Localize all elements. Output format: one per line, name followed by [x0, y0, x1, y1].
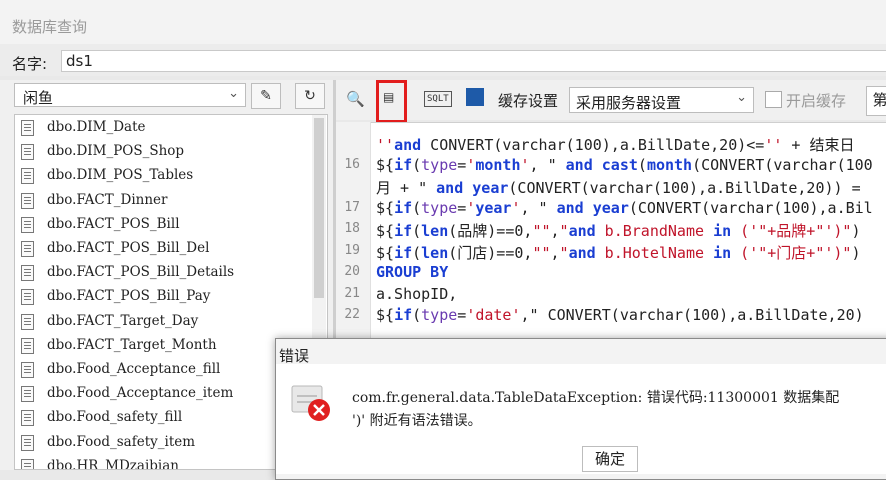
table-icon [21, 386, 34, 403]
table-name: dbo.FACT_POS_Bill_Pay [47, 288, 211, 305]
code-line[interactable]: GROUP BY [376, 263, 448, 281]
name-label: 名字: [12, 55, 48, 73]
table-icon [21, 265, 34, 282]
cache-mode-value: 采用服务器设置 [576, 94, 682, 112]
table-name: dbo.Food_safety_fill [47, 409, 183, 426]
refresh-icon: ↻ [304, 88, 316, 104]
line-number: 17 [344, 199, 360, 215]
code-line[interactable]: ${if(type='year', " and year(CONVERT(var… [376, 199, 873, 217]
page-button[interactable]: 第 [866, 86, 886, 116]
table-name: dbo.FACT_POS_Bill_Details [47, 264, 235, 281]
cache-icon[interactable] [466, 88, 484, 106]
table-name: dbo.Food_Acceptance_fill [47, 361, 221, 377]
highlight-box [376, 80, 407, 123]
code-line[interactable]: ${if(len(门店)==0,"","and b.HotelName in (… [376, 242, 860, 263]
chevron-down-icon: ⌄ [736, 90, 747, 105]
line-number: 20 [344, 264, 360, 279]
line-number: 19 [344, 242, 360, 258]
database-select[interactable]: 闲鱼 ⌄ [14, 83, 246, 107]
code-line[interactable]: ${if(len(品牌)==0,"","and b.BrandName in (… [376, 220, 860, 241]
code-line[interactable]: a.ShopID, [376, 285, 457, 303]
table-icon [21, 313, 34, 330]
table-name: dbo.FACT_POS_Bill_Del [47, 240, 210, 256]
table-name: dbo.FACT_POS_Bill [47, 215, 180, 232]
enable-cache-checkbox[interactable] [765, 91, 782, 108]
code-line[interactable]: ${if(type='month', " and cast(month(CONV… [376, 156, 873, 174]
database-select-value: 闲鱼 [23, 89, 54, 107]
sqlt-icon[interactable]: SQLT [424, 91, 452, 107]
table-icon [21, 337, 34, 354]
table-name: dbo.FACT_Dinner [47, 191, 168, 208]
table-name: dbo.DIM_Date [47, 119, 146, 135]
table-icon [21, 168, 34, 185]
line-number: 16 [344, 156, 360, 172]
dialog-title: 错误 [279, 347, 310, 365]
window-title: 数据库查询 [12, 18, 88, 36]
window-titlebar: 数据库查询 [0, 0, 886, 44]
enable-cache-label: 开启缓存 [786, 92, 847, 110]
edit-filter-icon: ✎ [260, 88, 272, 104]
table-icon [21, 362, 34, 378]
refresh-button[interactable]: ↻ [295, 83, 325, 109]
table-icon [21, 144, 34, 161]
table-name: dbo.DIM_POS_Shop [47, 143, 185, 160]
scrollbar-thumb[interactable] [314, 118, 324, 298]
code-line[interactable]: ''and CONVERT(varchar(100),a.BillDate,20… [376, 134, 854, 155]
table-icon [21, 410, 34, 427]
table-name: dbo.FACT_Target_Month [47, 336, 217, 353]
table-name: dbo.Food_Acceptance_item [47, 385, 234, 402]
table-icon [21, 434, 34, 451]
table-icon [21, 241, 34, 257]
error-message-line1: com.fr.general.data.TableDataException: … [352, 390, 840, 406]
error-message-line2: ')' 附近有语法错误。 [352, 413, 482, 429]
code-line[interactable]: ${if(type='date'," CONVERT(varchar(100),… [376, 306, 864, 324]
line-number: 18 [344, 221, 360, 236]
table-name: dbo.HR_MDzaibian [47, 457, 179, 470]
line-number: 22 [344, 307, 360, 322]
error-icon [291, 382, 337, 424]
table-icon [21, 120, 34, 136]
line-number: 21 [344, 285, 360, 301]
chevron-down-icon: ⌄ [228, 86, 239, 101]
preview-icon[interactable]: 🔍 [346, 90, 365, 108]
name-input[interactable]: ds1 [61, 50, 886, 72]
table-name: dbo.FACT_Target_Day [47, 312, 199, 329]
table-icon [21, 216, 34, 233]
filter-tables-button[interactable]: ✎ [251, 83, 281, 109]
code-line[interactable]: 月 + " and year(CONVERT(varchar(100),a.Bi… [376, 177, 861, 198]
ok-button[interactable]: 确定 [582, 446, 638, 472]
table-name: dbo.DIM_POS_Tables [47, 167, 194, 184]
table-name: dbo.Food_safety_item [47, 433, 196, 450]
cache-mode-select[interactable]: 采用服务器设置 ⌄ [569, 87, 754, 113]
table-icon [21, 458, 34, 469]
cache-settings-label: 缓存设置 [498, 92, 559, 110]
table-icon [21, 289, 34, 306]
table-icon [21, 192, 34, 209]
